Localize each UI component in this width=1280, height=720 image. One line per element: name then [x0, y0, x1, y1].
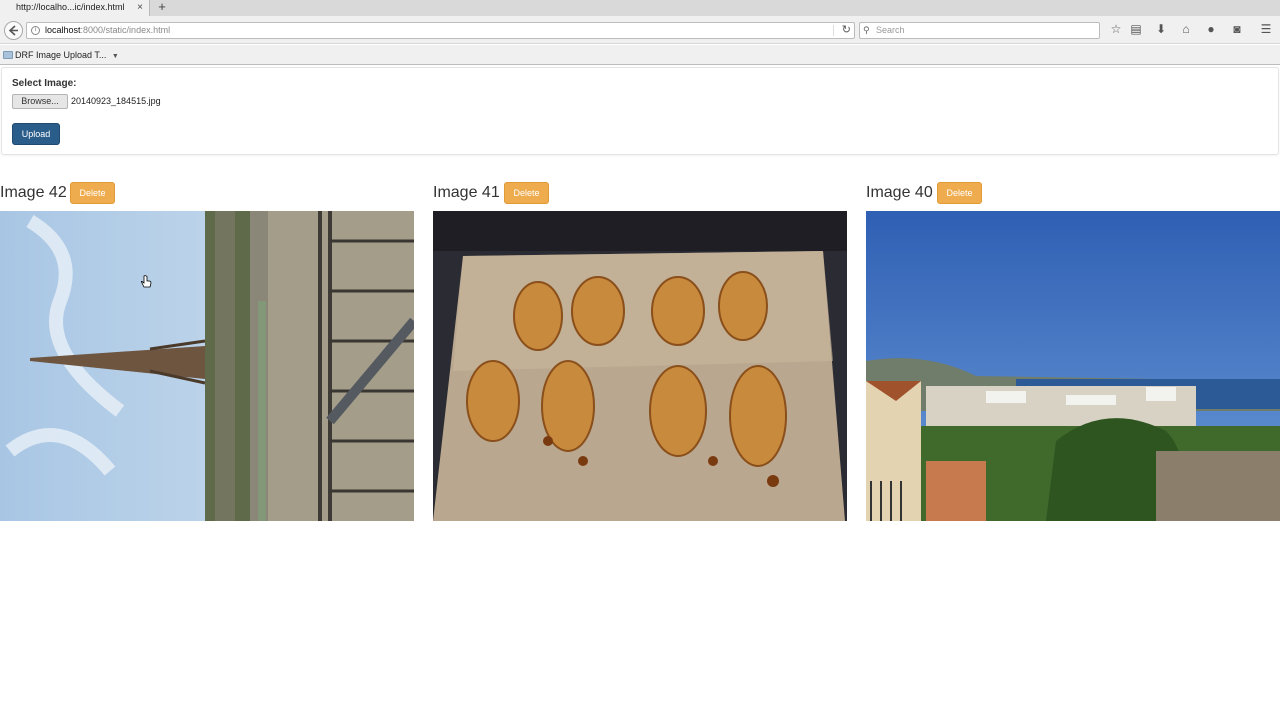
search-placeholder: Search — [876, 25, 905, 35]
menu-icon[interactable]: ☰ — [1257, 20, 1275, 38]
search-icon: ⚲ — [863, 25, 870, 35]
image-card: Image 41 Delete — [433, 180, 847, 522]
select-image-label: Select Image: — [12, 78, 77, 89]
image-card: Image 42 Delete — [0, 180, 414, 522]
upload-panel: Select Image: Browse... 20140923_184515.… — [1, 67, 1279, 155]
reload-icon[interactable]: ↻ — [842, 23, 851, 38]
close-icon[interactable]: × — [137, 0, 143, 15]
info-icon[interactable]: i — [31, 26, 40, 35]
browse-button[interactable]: Browse... — [12, 94, 68, 109]
bookmark-label: DRF Image Upload T... — [15, 50, 107, 60]
reading-list-icon[interactable]: ▤ — [1127, 20, 1145, 38]
pointer-cursor-icon — [140, 275, 152, 289]
url-host: localhost — [45, 25, 81, 35]
pocket-icon[interactable]: ◙ — [1228, 20, 1246, 38]
chat-icon[interactable]: ● — [1202, 20, 1220, 38]
download-icon[interactable]: ⬇ — [1152, 20, 1170, 38]
star-icon[interactable]: ☆ — [1107, 20, 1125, 38]
url-divider — [833, 25, 834, 36]
delete-button[interactable]: Delete — [504, 182, 549, 204]
search-input[interactable]: ⚲ Search — [859, 22, 1100, 39]
tab-title: http://localho...ic/index.html — [16, 2, 125, 12]
chevron-down-icon: ▼ — [111, 53, 119, 60]
url-path: :8000/static/index.html — [80, 25, 171, 35]
delete-button[interactable]: Delete — [937, 182, 982, 204]
image-title: Image 40 — [866, 184, 933, 201]
navigation-toolbar: i localhost:8000/static/index.html ↻ ⚲ S… — [0, 16, 1280, 44]
folder-icon — [3, 51, 13, 59]
eiffel-tower-photo — [0, 211, 414, 521]
image-card: Image 40 Delete — [866, 180, 1280, 522]
back-icon[interactable] — [4, 21, 23, 40]
tab-strip: http://localho...ic/index.html × + — [0, 0, 1280, 16]
image-title: Image 41 — [433, 184, 500, 201]
url-bar[interactable]: i localhost:8000/static/index.html ↻ — [26, 22, 855, 39]
croissants-photo — [433, 211, 847, 521]
coastal-town-photo — [866, 211, 1280, 521]
delete-button[interactable]: Delete — [70, 182, 115, 204]
browser-tab[interactable]: http://localho...ic/index.html × — [0, 0, 150, 16]
new-tab-button[interactable]: + — [154, 0, 170, 16]
bookmarks-toolbar: DRF Image Upload T... ▼ — [0, 45, 1280, 65]
selected-filename: 20140923_184515.jpg — [71, 96, 161, 106]
image-title: Image 42 — [0, 184, 67, 201]
home-icon[interactable]: ⌂ — [1177, 20, 1195, 38]
upload-button[interactable]: Upload — [12, 123, 60, 145]
bookmark-folder[interactable]: DRF Image Upload T... ▼ — [3, 48, 119, 62]
